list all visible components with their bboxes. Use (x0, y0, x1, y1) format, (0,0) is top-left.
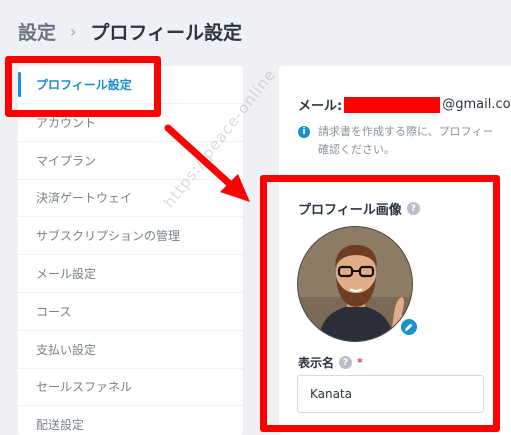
arrow-icon (164, 124, 250, 202)
sidebar-item-label: サブスクリプションの管理 (36, 229, 181, 244)
email-label: メール: (298, 99, 343, 114)
info-notice: i 請求書を作成する際に、プロフィー 確認ください。 (298, 123, 511, 159)
sidebar-item-sales-funnel[interactable]: セールスファネル (18, 369, 243, 407)
notice-text-line2: 確認ください。 (318, 143, 395, 156)
sidebar-item-payout-settings[interactable]: 支払い設定 (18, 331, 243, 369)
highlight-box-sidebar (5, 56, 161, 117)
notice-text-line1: 請求書を作成する際に、プロフィー (318, 125, 494, 138)
sidebar-item-subscription[interactable]: サブスクリプションの管理 (18, 217, 243, 256)
email-domain: @gmail.com (442, 97, 511, 112)
email-row: メール: @gmail.com (298, 95, 511, 114)
sidebar-item-label: メール設定 (36, 267, 97, 282)
sidebar-item-email-settings[interactable]: メール設定 (18, 255, 243, 293)
highlight-box-profile (260, 175, 500, 432)
sidebar-item-courses[interactable]: コース (18, 293, 243, 331)
sidebar-item-label: 支払い設定 (36, 342, 97, 357)
sidebar-item-label: マイプラン (36, 153, 97, 168)
sidebar-item-label: 決済ゲートウェイ (36, 191, 133, 206)
page-title: プロフィール設定 (90, 21, 243, 44)
sidebar-item-shipping[interactable]: 配送設定 (18, 406, 243, 435)
sidebar-item-label: コース (36, 304, 72, 319)
info-icon: i (298, 126, 310, 138)
breadcrumb: 設定 › プロフィール設定 (18, 16, 242, 46)
redaction-mark (344, 96, 441, 113)
breadcrumb-root[interactable]: 設定 (18, 18, 56, 45)
sidebar-item-label: 配送設定 (36, 418, 85, 433)
sidebar-item-label: セールスファネル (36, 380, 133, 395)
chevron-right-icon: › (70, 21, 77, 41)
